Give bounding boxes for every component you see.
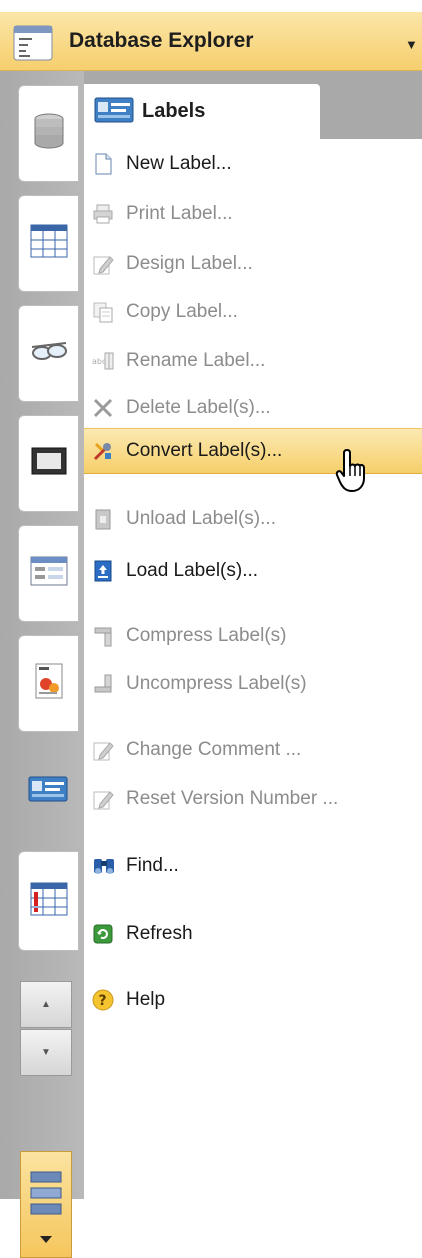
tab-frame[interactable]: [18, 415, 79, 512]
convert-tools-icon: [92, 440, 114, 462]
menu-item-change-comment[interactable]: Change Comment ...: [84, 727, 422, 773]
menu-item-new-label[interactable]: New Label...: [84, 141, 422, 187]
menu-item-convert-label[interactable]: Convert Label(s)...: [84, 428, 422, 474]
rename-icon: abc: [92, 350, 114, 372]
window-title: Database Explorer: [69, 29, 254, 52]
load-icon: [92, 560, 114, 582]
menu-item-label: Change Comment ...: [126, 739, 302, 760]
scroll-up-button[interactable]: ▲: [20, 981, 72, 1028]
table-icon: [30, 224, 68, 263]
tab-database[interactable]: [18, 85, 79, 182]
hand-pointer-icon: [335, 448, 369, 499]
menu-item-label: Convert Label(s)...: [126, 440, 283, 461]
pencil-icon: [92, 253, 114, 275]
uncompress-icon: [92, 673, 114, 695]
labels-menu: New Label... Print Label... Design Label…: [84, 139, 422, 1199]
labels-icon: [94, 97, 134, 128]
menu-item-label: Help: [126, 989, 166, 1010]
glasses-icon: [30, 339, 68, 368]
compress-icon: [92, 625, 114, 647]
menu-item-label: Copy Label...: [126, 301, 238, 322]
menu-item-label: Unload Label(s)...: [126, 508, 276, 529]
chevron-up-icon: ▲: [41, 999, 51, 1010]
menu-item-label: Uncompress Label(s): [126, 673, 307, 694]
database-explorer-icon: [12, 24, 56, 69]
table-alert-icon: [30, 882, 68, 921]
chevron-down-icon: ▼: [41, 1047, 51, 1058]
tab-report[interactable]: [18, 635, 79, 732]
tab-labels[interactable]: Labels: [84, 84, 320, 139]
delete-icon: [92, 397, 114, 419]
menu-item-unload-label[interactable]: Unload Label(s)...: [84, 496, 422, 542]
menu-item-label: Load Label(s)...: [126, 560, 259, 581]
chevron-down-icon[interactable]: ▼: [405, 37, 418, 52]
svg-text:?: ?: [99, 993, 107, 1009]
pencil-icon: [92, 739, 114, 761]
tab-labels-side[interactable]: [18, 751, 77, 831]
menu-item-design-label[interactable]: Design Label...: [84, 241, 422, 287]
tab-form[interactable]: [18, 525, 79, 622]
panel-config-icon: [29, 1170, 63, 1255]
frame-icon: [30, 446, 68, 481]
unload-icon: [92, 508, 114, 530]
menu-item-label: Delete Label(s)...: [126, 397, 271, 418]
menu-item-print-label[interactable]: Print Label...: [84, 191, 422, 237]
menu-item-label: Compress Label(s): [126, 625, 287, 646]
help-icon: ?: [92, 989, 114, 1011]
menu-item-label: Rename Label...: [126, 350, 266, 371]
menu-item-label: Find...: [126, 855, 179, 876]
database-icon: [31, 111, 67, 156]
tab-table[interactable]: [18, 195, 79, 292]
tab-view[interactable]: [18, 305, 79, 402]
menu-item-refresh[interactable]: Refresh: [84, 911, 422, 957]
binoculars-icon: [92, 855, 114, 877]
menu-item-compress-label[interactable]: Compress Label(s): [84, 613, 422, 659]
tab-table-alert[interactable]: [18, 851, 79, 951]
copy-icon: [92, 301, 114, 323]
menu-item-load-label[interactable]: Load Label(s)...: [84, 548, 422, 594]
title-bar[interactable]: Database Explorer ▼: [0, 12, 422, 71]
menu-item-label: New Label...: [126, 153, 232, 174]
tab-labels-label: Labels: [142, 100, 206, 122]
panel-config-button[interactable]: [20, 1151, 72, 1258]
menu-item-find[interactable]: Find...: [84, 843, 422, 889]
printer-icon: [92, 203, 114, 225]
refresh-icon: [92, 923, 114, 945]
menu-item-uncompress-label[interactable]: Uncompress Label(s): [84, 661, 422, 707]
form-icon: [30, 556, 68, 591]
document-icon: [92, 153, 114, 175]
menu-item-rename-label[interactable]: abc Rename Label...: [84, 338, 422, 384]
menu-item-delete-label[interactable]: Delete Label(s)...: [84, 385, 422, 431]
menu-item-label: Refresh: [126, 923, 193, 944]
labels-icon: [28, 776, 68, 807]
menu-item-help[interactable]: ? Help: [84, 977, 422, 1023]
menu-item-reset-version[interactable]: Reset Version Number ...: [84, 776, 422, 822]
menu-item-label: Print Label...: [126, 203, 233, 224]
menu-item-copy-label[interactable]: Copy Label...: [84, 289, 422, 335]
report-icon: [34, 662, 64, 705]
scroll-down-button[interactable]: ▼: [20, 1029, 72, 1076]
left-tab-bar: ▲ ▼: [0, 71, 84, 1258]
menu-item-label: Reset Version Number ...: [126, 788, 339, 809]
menu-item-label: Design Label...: [126, 253, 253, 274]
pencil-icon: [92, 788, 114, 810]
svg-text:abc: abc: [92, 357, 106, 366]
